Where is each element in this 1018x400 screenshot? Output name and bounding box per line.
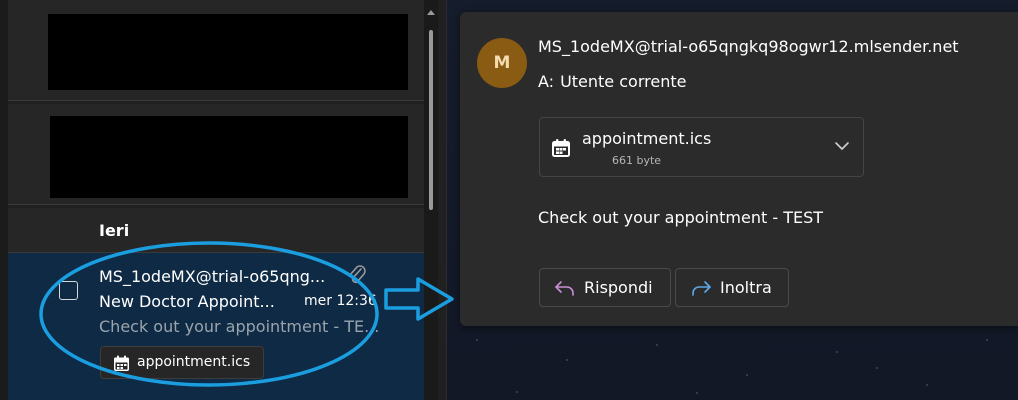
forward-label: Inoltra (720, 278, 772, 297)
recipient-name[interactable]: Utente corrente (560, 72, 686, 91)
message-preview: Check out your appointment - TE... (99, 317, 380, 336)
redacted-content (48, 14, 408, 90)
attachment-name: appointment.ics (582, 129, 712, 148)
attachment-size: 661 byte (612, 154, 662, 167)
window-edge (0, 0, 8, 400)
reply-icon (555, 280, 574, 296)
message-sender: MS_1odeMX@trial-o65qng... (99, 267, 326, 286)
paperclip-icon (349, 265, 366, 284)
forward-icon (692, 280, 711, 296)
reply-label: Rispondi (584, 278, 653, 297)
attachment-chip[interactable]: appointment.ics (100, 346, 264, 379)
attachment-chip-label: appointment.ics (137, 354, 251, 370)
calendar-icon (552, 139, 570, 157)
message-body: Check out your appointment - TEST (538, 208, 824, 227)
list-item[interactable] (8, 104, 424, 205)
list-scrollbar[interactable] (424, 0, 438, 400)
date-group-label: Ieri (99, 221, 130, 240)
recipient-label: A: (538, 72, 555, 91)
scroll-thumb[interactable] (429, 30, 433, 210)
message-time: mer 12:36 (304, 293, 377, 309)
mail-list: Ieri MS_1odeMX@trial-o65qng... New Docto… (8, 0, 447, 400)
scroll-up-arrow-icon[interactable] (427, 10, 435, 15)
chevron-down-icon[interactable] (834, 140, 850, 152)
forward-button[interactable]: Inoltra (675, 268, 789, 307)
reply-button[interactable]: Rispondi (539, 268, 671, 307)
list-item[interactable] (8, 0, 424, 101)
attachment-card[interactable]: appointment.ics 661 byte (539, 117, 864, 177)
reading-pane: M MS_1odeMX@trial-o65qngkq98ogwr12.mlsen… (460, 12, 1018, 326)
recipient-line: A: Utente corrente (538, 72, 686, 91)
selected-message-item[interactable]: MS_1odeMX@trial-o65qng... New Doctor App… (8, 253, 424, 400)
calendar-icon (114, 355, 129, 371)
message-subject: New Doctor Appoint... (99, 292, 275, 311)
redacted-content (50, 116, 408, 198)
avatar[interactable]: M (477, 38, 527, 88)
sender-address[interactable]: MS_1odeMX@trial-o65qngkq98ogwr12.mlsende… (538, 37, 959, 56)
select-checkbox[interactable] (59, 281, 78, 300)
date-group-header: Ieri (8, 208, 424, 253)
